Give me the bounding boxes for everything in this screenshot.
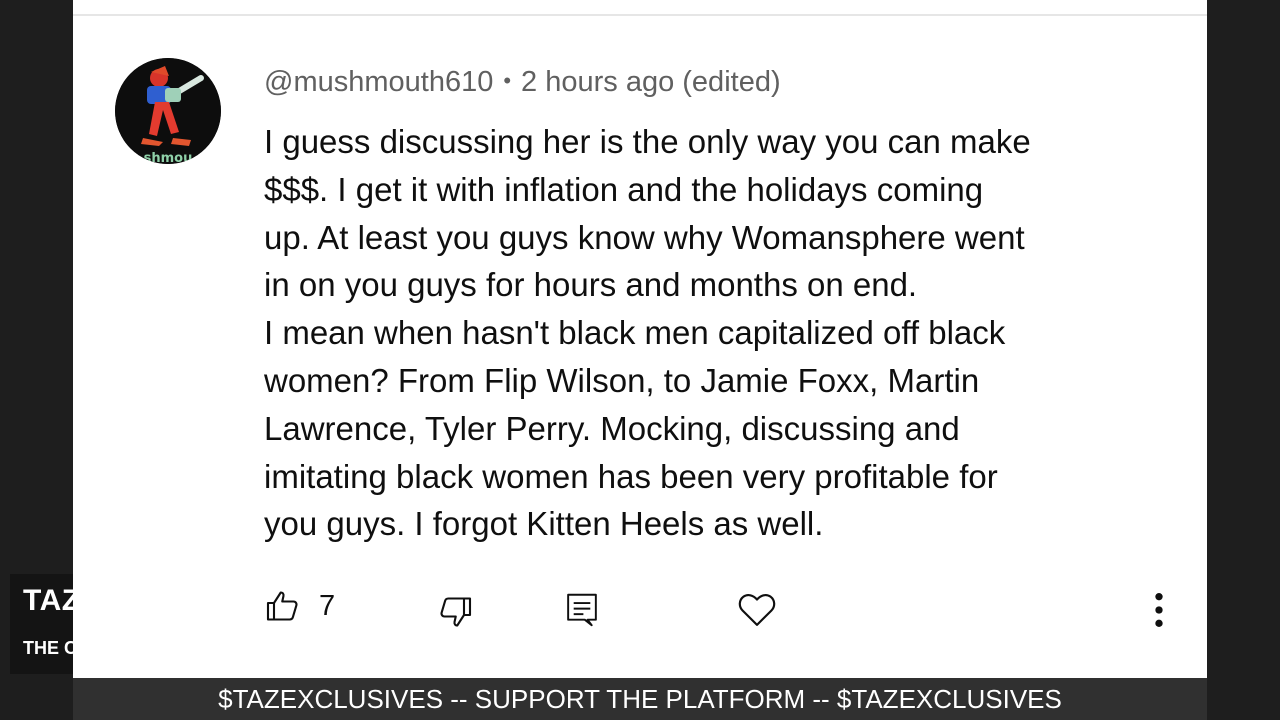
more-vertical-icon <box>1155 593 1163 627</box>
svg-text:shmou: shmou <box>144 151 193 164</box>
comment-line: Lawrence, Tyler Perry. Mocking, discussi… <box>264 409 960 447</box>
ticker-banner: $TAZEXCLUSIVES -- SUPPORT THE PLATFORM -… <box>73 678 1207 720</box>
overlay-subtitle: THE C <box>23 638 77 658</box>
avatar-illustration-icon: shmou <box>115 58 221 164</box>
reply-button[interactable] <box>565 592 599 628</box>
comment-meta: @mushmouth610 • 2 hours ago (edited) <box>264 66 781 99</box>
comment-line: up. At least you guys know why Womansphe… <box>264 218 1025 256</box>
right-background <box>1207 0 1280 720</box>
thumbs-down-icon <box>440 597 472 627</box>
comment-line: $$$. I get it with inflation and the hol… <box>264 170 984 208</box>
heart-button[interactable] <box>737 590 777 628</box>
comment-line: imitating black women has been very prof… <box>264 457 998 495</box>
thumbs-up-icon <box>266 591 298 621</box>
comment-actions: 7 <box>73 580 1207 640</box>
reply-icon <box>567 593 597 627</box>
more-options-button[interactable] <box>1145 590 1173 630</box>
overlay-title: TAZ <box>23 584 81 617</box>
divider <box>73 14 1207 16</box>
meta-separator: • <box>503 68 512 93</box>
avatar[interactable]: shmou <box>115 58 221 164</box>
like-button[interactable]: 7 <box>265 588 335 624</box>
dislike-button[interactable] <box>437 594 473 630</box>
heart-icon <box>738 594 776 626</box>
comment-line: in on you guys for hours and months on e… <box>264 266 918 304</box>
comment-text: I guess discussing her is the only way y… <box>264 118 1164 548</box>
comment-line: you guys. I forgot Kitten Heels as well. <box>264 505 824 543</box>
comment-card: shmou @mushmouth610 • 2 hours ago (edited)… <box>73 0 1207 678</box>
comment-line: I guess discussing her is the only way y… <box>264 123 1031 160</box>
like-count: 7 <box>319 589 336 622</box>
username[interactable]: @mushmouth610 <box>264 66 493 98</box>
comment-line: women? From Flip Wilson, to Jamie Foxx, … <box>264 361 980 399</box>
timestamp[interactable]: 2 hours ago (edited) <box>521 66 781 98</box>
comment-line: I mean when hasn't black men capitalized… <box>264 314 1006 352</box>
